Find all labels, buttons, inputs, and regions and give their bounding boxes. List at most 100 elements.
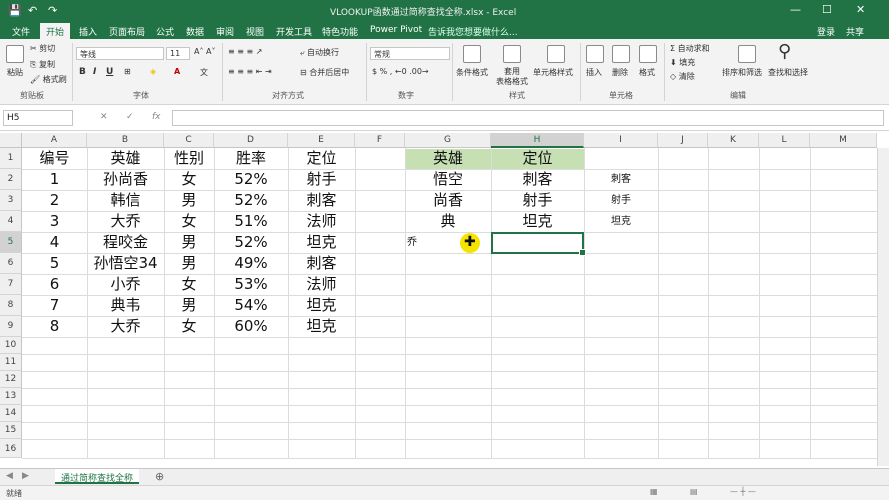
sheet-tab-active[interactable]: 通过简称查找全称 [55, 469, 139, 484]
enter-icon[interactable]: ✓ [126, 112, 134, 122]
cell-a1[interactable]: 编号 [22, 148, 87, 169]
column-header-k[interactable]: K [708, 133, 759, 148]
undo-icon[interactable]: ↶ [28, 4, 37, 17]
cell-b1[interactable]: 英雄 [87, 148, 164, 169]
row-header-2[interactable]: 2 [0, 169, 22, 190]
row-header-8[interactable]: 8 [0, 295, 22, 316]
cell-d8[interactable]: 54% [214, 295, 288, 316]
format-painter-button[interactable]: 🖌 格式刷 [30, 74, 67, 85]
tab-insert[interactable]: 插入 [79, 25, 97, 38]
row-header-14[interactable]: 14 [0, 405, 22, 422]
minimize-icon[interactable]: — [790, 3, 801, 16]
cell-h3[interactable]: 射手 [491, 190, 584, 211]
delete-cells-icon[interactable] [612, 45, 630, 63]
cell-a8[interactable]: 7 [22, 295, 87, 316]
paste-icon[interactable] [6, 45, 24, 63]
cell-g3[interactable]: 尚香 [405, 190, 491, 211]
cell-a2[interactable]: 1 [22, 169, 87, 190]
row-header-9[interactable]: 9 [0, 316, 22, 337]
tab-data[interactable]: 数据 [186, 25, 204, 38]
next-sheet-icon[interactable]: ▶ [22, 471, 29, 481]
cell-d7[interactable]: 53% [214, 274, 288, 295]
tab-home[interactable]: 开始 [40, 23, 71, 39]
column-header-c[interactable]: C [164, 133, 214, 148]
tab-developer[interactable]: 开发工具 [276, 25, 312, 38]
active-cell-h5[interactable] [491, 232, 586, 256]
cell-d6[interactable]: 49% [214, 253, 288, 274]
format-table-icon[interactable] [503, 45, 521, 63]
align-left-icon[interactable]: ≡ ≡ ≡ ⇤ ⇥ [228, 67, 272, 76]
row-header-7[interactable]: 7 [0, 274, 22, 295]
row-header-3[interactable]: 3 [0, 190, 22, 211]
redo-icon[interactable]: ↷ [48, 4, 57, 17]
formula-input[interactable] [172, 110, 884, 126]
cell-d4[interactable]: 51% [214, 211, 288, 232]
row-header-6[interactable]: 6 [0, 253, 22, 274]
font-color-icon[interactable]: A [174, 67, 180, 76]
cell-d1[interactable]: 胜率 [214, 148, 288, 169]
share-button[interactable]: 共享 [846, 25, 864, 38]
cell-a4[interactable]: 3 [22, 211, 87, 232]
column-header-d[interactable]: D [214, 133, 288, 148]
copy-button[interactable]: ⎘ 复制 [30, 59, 55, 70]
bold-button[interactable]: B [79, 67, 86, 77]
close-icon[interactable]: ✕ [856, 3, 865, 16]
row-header-15[interactable]: 15 [0, 422, 22, 439]
delete-cells-button[interactable]: 删除 [612, 67, 628, 78]
fill-button[interactable]: ⬇ 填充 [670, 57, 695, 68]
cell-c7[interactable]: 女 [164, 274, 214, 295]
column-header-j[interactable]: J [658, 133, 708, 148]
find-select-button[interactable]: 查找和选择 [768, 67, 808, 78]
sort-filter-button[interactable]: 排序和筛选 [722, 67, 762, 78]
fx-icon[interactable]: fx [152, 112, 161, 122]
cell-b4[interactable]: 大乔 [87, 211, 164, 232]
select-all-corner[interactable] [0, 133, 22, 148]
cell-b3[interactable]: 韩信 [87, 190, 164, 211]
cell-b5[interactable]: 程咬金 [87, 232, 164, 253]
cell-e3[interactable]: 刺客 [288, 190, 355, 211]
view-layout-icon[interactable]: ▤ [690, 487, 698, 496]
cancel-icon[interactable]: ✕ [100, 112, 108, 122]
cell-c4[interactable]: 女 [164, 211, 214, 232]
cell-a3[interactable]: 2 [22, 190, 87, 211]
vertical-scrollbar[interactable] [877, 148, 889, 466]
conditional-format-button[interactable]: 条件格式 [456, 67, 488, 78]
cell-d3[interactable]: 52% [214, 190, 288, 211]
cell-b7[interactable]: 小乔 [87, 274, 164, 295]
cell-c9[interactable]: 女 [164, 316, 214, 337]
row-header-13[interactable]: 13 [0, 388, 22, 405]
cell-c3[interactable]: 男 [164, 190, 214, 211]
cell-e1[interactable]: 定位 [288, 148, 355, 169]
view-normal-icon[interactable]: ▦ [650, 487, 658, 496]
font-grow-icon[interactable]: A˄ [194, 47, 203, 56]
tab-page-layout[interactable]: 页面布局 [109, 25, 145, 38]
cell-c5[interactable]: 男 [164, 232, 214, 253]
border-icon[interactable]: ⊞ [124, 67, 131, 76]
tab-special[interactable]: 特色功能 [322, 25, 358, 38]
column-header-b[interactable]: B [87, 133, 164, 148]
insert-cells-icon[interactable] [586, 45, 604, 63]
conditional-format-icon[interactable] [463, 45, 481, 63]
cell-g2[interactable]: 悟空 [405, 169, 491, 190]
font-name-select[interactable]: 等线 [76, 47, 164, 60]
format-cells-icon[interactable] [639, 45, 657, 63]
row-header-4[interactable]: 4 [0, 211, 22, 232]
cell-i2[interactable]: 刺客 [584, 169, 658, 190]
tab-power-pivot[interactable]: Power Pivot [370, 25, 422, 35]
cell-c8[interactable]: 男 [164, 295, 214, 316]
font-size-select[interactable]: 11 [166, 47, 190, 60]
cell-b8[interactable]: 典韦 [87, 295, 164, 316]
number-format-select[interactable]: 常规 [370, 47, 450, 60]
tell-me-box[interactable]: 告诉我您想要做什么... [428, 25, 518, 38]
cell-b9[interactable]: 大乔 [87, 316, 164, 337]
tab-review[interactable]: 审阅 [216, 25, 234, 38]
cell-h2[interactable]: 刺客 [491, 169, 584, 190]
zoom-slider-icon[interactable]: — ┼ — [730, 487, 756, 496]
cell-e9[interactable]: 坦克 [288, 316, 355, 337]
cell-e7[interactable]: 法师 [288, 274, 355, 295]
italic-button[interactable]: I [93, 67, 96, 77]
cell-b6[interactable]: 孙悟空34 [87, 253, 164, 274]
merge-center-button[interactable]: ⊟ 合并后居中 [300, 67, 349, 78]
tab-formulas[interactable]: 公式 [156, 25, 174, 38]
cell-styles-button[interactable]: 单元格样式 [533, 67, 573, 78]
